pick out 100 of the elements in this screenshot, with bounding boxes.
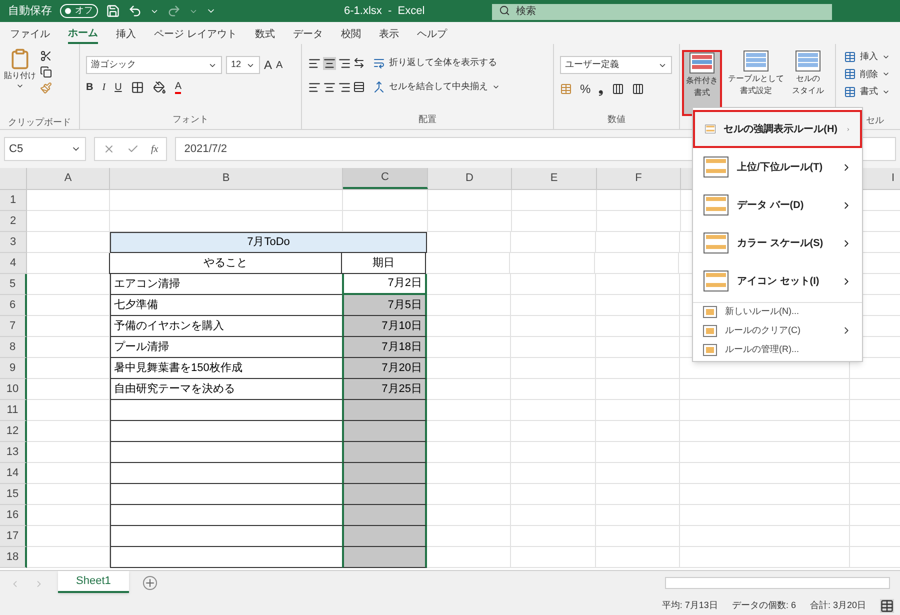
name-box[interactable]: C5: [4, 137, 86, 161]
row-header[interactable]: 16: [0, 505, 27, 526]
cancel-icon[interactable]: [103, 143, 115, 155]
ribbon-tab[interactable]: 校閲: [340, 24, 361, 44]
status-text: 平均: 7月13日: [662, 598, 718, 612]
menu-item[interactable]: データ バー(D): [693, 186, 862, 224]
due-date-cell: 7月18日: [342, 337, 427, 358]
copy-icon[interactable]: [40, 66, 52, 78]
middle-align-icon[interactable]: [323, 56, 336, 70]
ribbon-tab[interactable]: 数式: [254, 24, 275, 44]
cut-icon[interactable]: [40, 50, 52, 62]
bold-button[interactable]: B: [86, 80, 94, 95]
search-icon: [499, 5, 510, 16]
ribbon-tab[interactable]: ページ レイアウト: [154, 24, 237, 44]
status-text: 合計: 3月20日: [810, 598, 866, 612]
insert-function-button[interactable]: fx: [151, 142, 158, 156]
menu-item[interactable]: ルールのクリア(C): [693, 321, 862, 340]
column-header[interactable]: C: [343, 168, 428, 189]
row-header[interactable]: 13: [0, 442, 27, 463]
column-header[interactable]: E: [512, 168, 597, 189]
row-header[interactable]: 5: [0, 274, 27, 295]
window-title: 6-1.xlsx - Excel: [344, 4, 426, 19]
menu-item[interactable]: ルールの管理(R)...: [693, 340, 862, 359]
row-header[interactable]: 14: [0, 463, 27, 484]
row-header[interactable]: 10: [0, 379, 27, 400]
cells-button[interactable]: 挿入: [844, 50, 890, 64]
menu-item[interactable]: アイコン セット(I): [693, 262, 862, 300]
font-size-select[interactable]: 12: [226, 56, 260, 74]
font-name-select[interactable]: 游ゴシック: [86, 56, 222, 74]
table-header-cell: やること: [109, 253, 342, 274]
number-format-select[interactable]: ユーザー定義: [560, 56, 672, 74]
ribbon-tab[interactable]: ヘルプ: [416, 24, 447, 44]
row-header[interactable]: 12: [0, 421, 27, 442]
menu-item[interactable]: 新しいルール(N)...: [693, 302, 862, 321]
add-sheet-icon[interactable]: [142, 576, 157, 590]
sheet-tab[interactable]: Sheet1: [58, 571, 129, 593]
row-header[interactable]: 8: [0, 337, 27, 358]
group-label: 配置: [418, 114, 436, 124]
cells-button[interactable]: 書式: [844, 85, 890, 98]
row-header[interactable]: 3: [0, 232, 27, 253]
ribbon-tab[interactable]: 表示: [378, 24, 399, 44]
enter-icon[interactable]: [127, 143, 139, 155]
row-header[interactable]: 18: [0, 547, 27, 568]
percent-button[interactable]: %: [580, 80, 591, 98]
shrink-font-button[interactable]: A: [276, 58, 283, 72]
menu-item[interactable]: セルの強調表示ルール(H): [693, 110, 862, 148]
underline-button[interactable]: U: [114, 80, 122, 95]
row-header[interactable]: 6: [0, 295, 27, 316]
row-header[interactable]: 17: [0, 526, 27, 547]
due-date-cell: 7月10日: [342, 316, 427, 337]
borders-icon[interactable]: [130, 81, 144, 94]
menu-item[interactable]: カラー スケール(S): [693, 224, 862, 262]
due-date-cell: 7月2日: [342, 274, 427, 295]
cells-icon: [844, 68, 856, 80]
align-right-icon[interactable]: [338, 80, 351, 94]
paste-button[interactable]: 貼り付け: [4, 48, 36, 116]
autosave-toggle[interactable]: オフ: [60, 4, 98, 18]
row-header[interactable]: 9: [0, 358, 27, 379]
style-button[interactable]: 条件付き 書式: [682, 50, 722, 116]
group-label: セル: [866, 114, 884, 124]
merge-icon: [373, 81, 385, 93]
cells-icon: [844, 50, 856, 63]
table-title-cell: 7月ToDo: [110, 232, 427, 253]
group-label: フォント: [172, 114, 208, 124]
format-painter-icon[interactable]: [40, 82, 52, 94]
align-left-icon[interactable]: [308, 80, 321, 94]
wrap-text-button[interactable]: 折り返して全体を表示する: [373, 54, 500, 72]
cells-button[interactable]: 削除: [844, 68, 890, 81]
undo-icon[interactable]: [128, 4, 142, 18]
comma-button[interactable]: ❟: [598, 80, 604, 98]
fill-color-icon[interactable]: [152, 81, 166, 94]
font-color-button[interactable]: A: [174, 82, 182, 94]
autosave-label: 自動保存: [8, 4, 52, 19]
row-header[interactable]: 11: [0, 400, 27, 421]
row-header[interactable]: 7: [0, 316, 27, 337]
column-header[interactable]: A: [27, 168, 110, 189]
ribbon-tab[interactable]: ファイル: [10, 24, 50, 44]
top-align-icon[interactable]: [308, 56, 321, 70]
ribbon-tab[interactable]: データ: [292, 24, 323, 44]
column-header[interactable]: F: [597, 168, 681, 189]
bottom-align-icon[interactable]: [338, 56, 351, 70]
save-icon[interactable]: [106, 4, 120, 18]
row-header[interactable]: 15: [0, 484, 27, 505]
horizontal-scrollbar[interactable]: [665, 577, 890, 589]
row-header[interactable]: 2: [0, 211, 27, 232]
cells-icon: [844, 86, 856, 98]
grow-font-button[interactable]: A: [264, 56, 272, 74]
ribbon-tab[interactable]: 挿入: [116, 24, 136, 44]
table-style-icon: [689, 52, 715, 74]
rule-icon: [703, 344, 717, 356]
rule-icon: [703, 324, 717, 336]
align-center-icon[interactable]: [323, 80, 336, 94]
clipboard-icon: [9, 48, 31, 70]
column-header[interactable]: D: [428, 168, 512, 189]
normal-view-icon[interactable]: [880, 598, 894, 612]
search-field[interactable]: 検索: [492, 4, 832, 20]
merge-center-button[interactable]: セルを結合して中央揃え: [373, 78, 500, 96]
italic-button[interactable]: I: [102, 80, 106, 95]
row-header[interactable]: 1: [0, 190, 27, 211]
row-header[interactable]: 4: [0, 253, 27, 274]
